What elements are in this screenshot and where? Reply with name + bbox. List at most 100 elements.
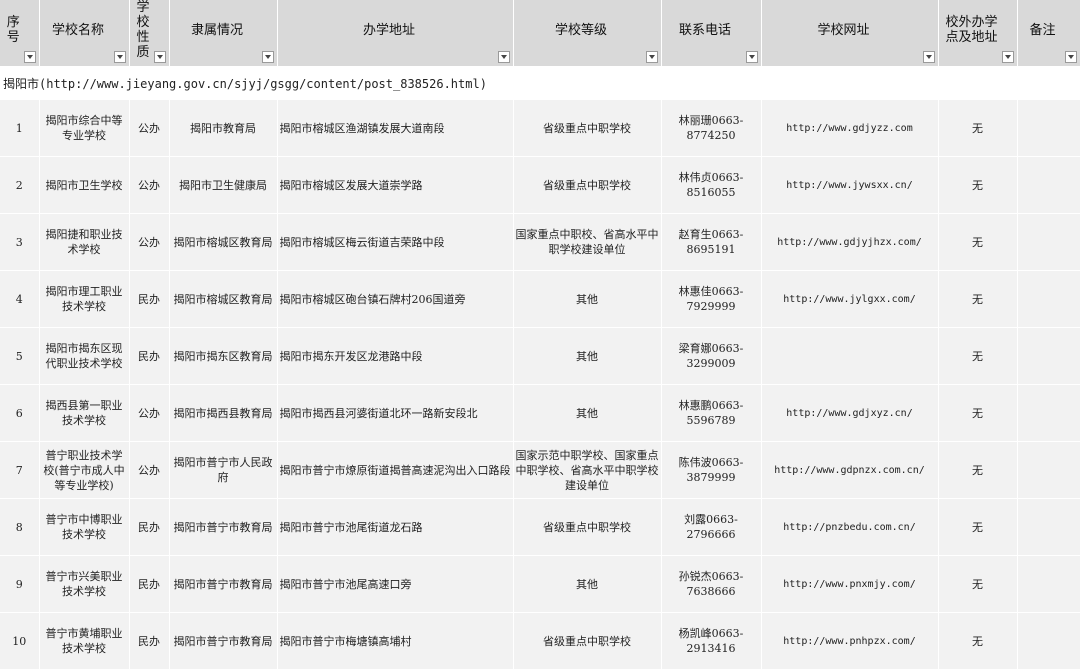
cell-phone[interactable]: 刘露0663-2796666 [661, 498, 762, 556]
cell-school-name[interactable]: 揭阳市揭东区现代职业技术学校 [39, 327, 130, 385]
cell-address[interactable]: 揭阳市普宁市池尾街道龙石路 [277, 498, 514, 556]
filter-dropdown-icon[interactable] [1064, 51, 1077, 63]
filter-dropdown-icon[interactable] [1001, 51, 1014, 63]
cell-level[interactable]: 省级重点中职学校 [513, 156, 662, 214]
cell-school-type[interactable]: 民办 [129, 555, 170, 613]
cell-address[interactable]: 揭阳市榕城区渔湖镇发展大道南段 [277, 100, 514, 157]
cell-phone[interactable]: 赵育生0663-8695191 [661, 213, 762, 271]
cell-affiliation[interactable]: 揭阳市普宁市教育局 [169, 612, 278, 670]
cell-website[interactable]: http://www.gdpnzx.com.cn/ [761, 441, 939, 499]
cell-level[interactable]: 其他 [513, 327, 662, 385]
cell-website[interactable]: http://www.pnxmjy.com/ [761, 555, 939, 613]
cell-school-type[interactable]: 公办 [129, 384, 170, 442]
cell-school-name[interactable]: 揭阳市卫生学校 [39, 156, 130, 214]
filter-dropdown-icon[interactable] [645, 51, 658, 63]
cell-index[interactable]: 1 [0, 100, 40, 157]
cell-index[interactable]: 10 [0, 612, 40, 670]
cell-offsite[interactable]: 无 [938, 213, 1018, 271]
filter-dropdown-icon[interactable] [153, 51, 166, 63]
cell-website[interactable] [761, 327, 939, 385]
cell-notes[interactable] [1017, 270, 1080, 328]
cell-affiliation[interactable]: 揭阳市榕城区教育局 [169, 213, 278, 271]
cell-notes[interactable] [1017, 213, 1080, 271]
cell-affiliation[interactable]: 揭阳市教育局 [169, 100, 278, 157]
cell-offsite[interactable]: 无 [938, 384, 1018, 442]
filter-dropdown-icon[interactable] [497, 51, 510, 63]
cell-level[interactable]: 省级重点中职学校 [513, 100, 662, 157]
cell-address[interactable]: 揭阳市普宁市梅塘镇高埔村 [277, 612, 514, 670]
cell-school-type[interactable]: 民办 [129, 270, 170, 328]
cell-offsite[interactable]: 无 [938, 441, 1018, 499]
cell-offsite[interactable]: 无 [938, 327, 1018, 385]
cell-address[interactable]: 揭阳市揭东开发区龙港路中段 [277, 327, 514, 385]
cell-offsite[interactable]: 无 [938, 612, 1018, 670]
cell-notes[interactable] [1017, 555, 1080, 613]
filter-dropdown-icon[interactable] [261, 51, 274, 63]
cell-affiliation[interactable]: 揭阳市揭西县教育局 [169, 384, 278, 442]
cell-address[interactable]: 揭阳市榕城区梅云街道吉荣路中段 [277, 213, 514, 271]
cell-phone[interactable]: 林丽珊0663-8774250 [661, 100, 762, 157]
cell-address[interactable]: 揭阳市榕城区砲台镇石牌村206国道旁 [277, 270, 514, 328]
cell-index[interactable]: 2 [0, 156, 40, 214]
cell-index[interactable]: 4 [0, 270, 40, 328]
cell-level[interactable]: 其他 [513, 384, 662, 442]
cell-affiliation[interactable]: 揭阳市普宁市教育局 [169, 555, 278, 613]
cell-level[interactable]: 其他 [513, 555, 662, 613]
cell-phone[interactable]: 陈伟波0663-3879999 [661, 441, 762, 499]
cell-level[interactable]: 国家重点中职校、省高水平中职学校建设单位 [513, 213, 662, 271]
cell-offsite[interactable]: 无 [938, 270, 1018, 328]
cell-address[interactable]: 揭阳市普宁市池尾高速口旁 [277, 555, 514, 613]
cell-website[interactable]: http://www.jywsxx.cn/ [761, 156, 939, 214]
cell-school-name[interactable]: 揭阳市理工职业技术学校 [39, 270, 130, 328]
cell-phone[interactable]: 孙锐杰0663-7638666 [661, 555, 762, 613]
cell-level[interactable]: 其他 [513, 270, 662, 328]
cell-school-type[interactable]: 公办 [129, 100, 170, 157]
cell-index[interactable]: 8 [0, 498, 40, 556]
cell-offsite[interactable]: 无 [938, 555, 1018, 613]
cell-affiliation[interactable]: 揭阳市普宁市教育局 [169, 498, 278, 556]
cell-level[interactable]: 省级重点中职学校 [513, 612, 662, 670]
cell-website[interactable]: http://www.pnhpzx.com/ [761, 612, 939, 670]
cell-affiliation[interactable]: 揭阳市榕城区教育局 [169, 270, 278, 328]
cell-school-name[interactable]: 普宁职业技术学校(普宁市成人中等专业学校) [39, 441, 130, 499]
cell-notes[interactable] [1017, 327, 1080, 385]
cell-level[interactable]: 省级重点中职学校 [513, 498, 662, 556]
cell-school-name[interactable]: 普宁市黄埔职业技术学校 [39, 612, 130, 670]
cell-notes[interactable] [1017, 384, 1080, 442]
filter-dropdown-icon[interactable] [113, 51, 126, 63]
cell-offsite[interactable]: 无 [938, 100, 1018, 157]
cell-notes[interactable] [1017, 498, 1080, 556]
cell-offsite[interactable]: 无 [938, 156, 1018, 214]
cell-school-type[interactable]: 公办 [129, 156, 170, 214]
cell-website[interactable]: http://www.gdjyjhzx.com/ [761, 213, 939, 271]
cell-school-name[interactable]: 揭阳捷和职业技术学校 [39, 213, 130, 271]
cell-website[interactable]: http://www.gdjxyz.cn/ [761, 384, 939, 442]
cell-notes[interactable] [1017, 612, 1080, 670]
cell-school-name[interactable]: 普宁市兴美职业技术学校 [39, 555, 130, 613]
cell-level[interactable]: 国家示范中职学校、国家重点中职学校、省高水平中职学校建设单位 [513, 441, 662, 499]
cell-website[interactable]: http://pnzbedu.com.cn/ [761, 498, 939, 556]
cell-index[interactable]: 6 [0, 384, 40, 442]
cell-index[interactable]: 3 [0, 213, 40, 271]
cell-school-name[interactable]: 揭西县第一职业技术学校 [39, 384, 130, 442]
cell-notes[interactable] [1017, 100, 1080, 157]
cell-affiliation[interactable]: 揭阳市卫生健康局 [169, 156, 278, 214]
cell-address[interactable]: 揭阳市榕城区发展大道崇学路 [277, 156, 514, 214]
cell-school-type[interactable]: 民办 [129, 612, 170, 670]
cell-school-type[interactable]: 民办 [129, 498, 170, 556]
cell-phone[interactable]: 林惠鹏0663-5596789 [661, 384, 762, 442]
cell-phone[interactable]: 林伟贞0663-8516055 [661, 156, 762, 214]
cell-school-type[interactable]: 民办 [129, 327, 170, 385]
cell-notes[interactable] [1017, 156, 1080, 214]
cell-phone[interactable]: 梁育娜0663-3299009 [661, 327, 762, 385]
filter-dropdown-icon[interactable] [745, 51, 758, 63]
filter-dropdown-icon[interactable] [23, 51, 36, 63]
section-title[interactable]: 揭阳市(http://www.jieyang.gov.cn/sjyj/gsgg/… [0, 66, 1080, 100]
cell-school-type[interactable]: 公办 [129, 441, 170, 499]
cell-website[interactable]: http://www.gdjyzz.com [761, 100, 939, 157]
cell-school-type[interactable]: 公办 [129, 213, 170, 271]
cell-address[interactable]: 揭阳市揭西县河婆街道北环一路新安段北 [277, 384, 514, 442]
cell-phone[interactable]: 林惠佳0663-7929999 [661, 270, 762, 328]
cell-website[interactable]: http://www.jylgxx.com/ [761, 270, 939, 328]
cell-notes[interactable] [1017, 441, 1080, 499]
